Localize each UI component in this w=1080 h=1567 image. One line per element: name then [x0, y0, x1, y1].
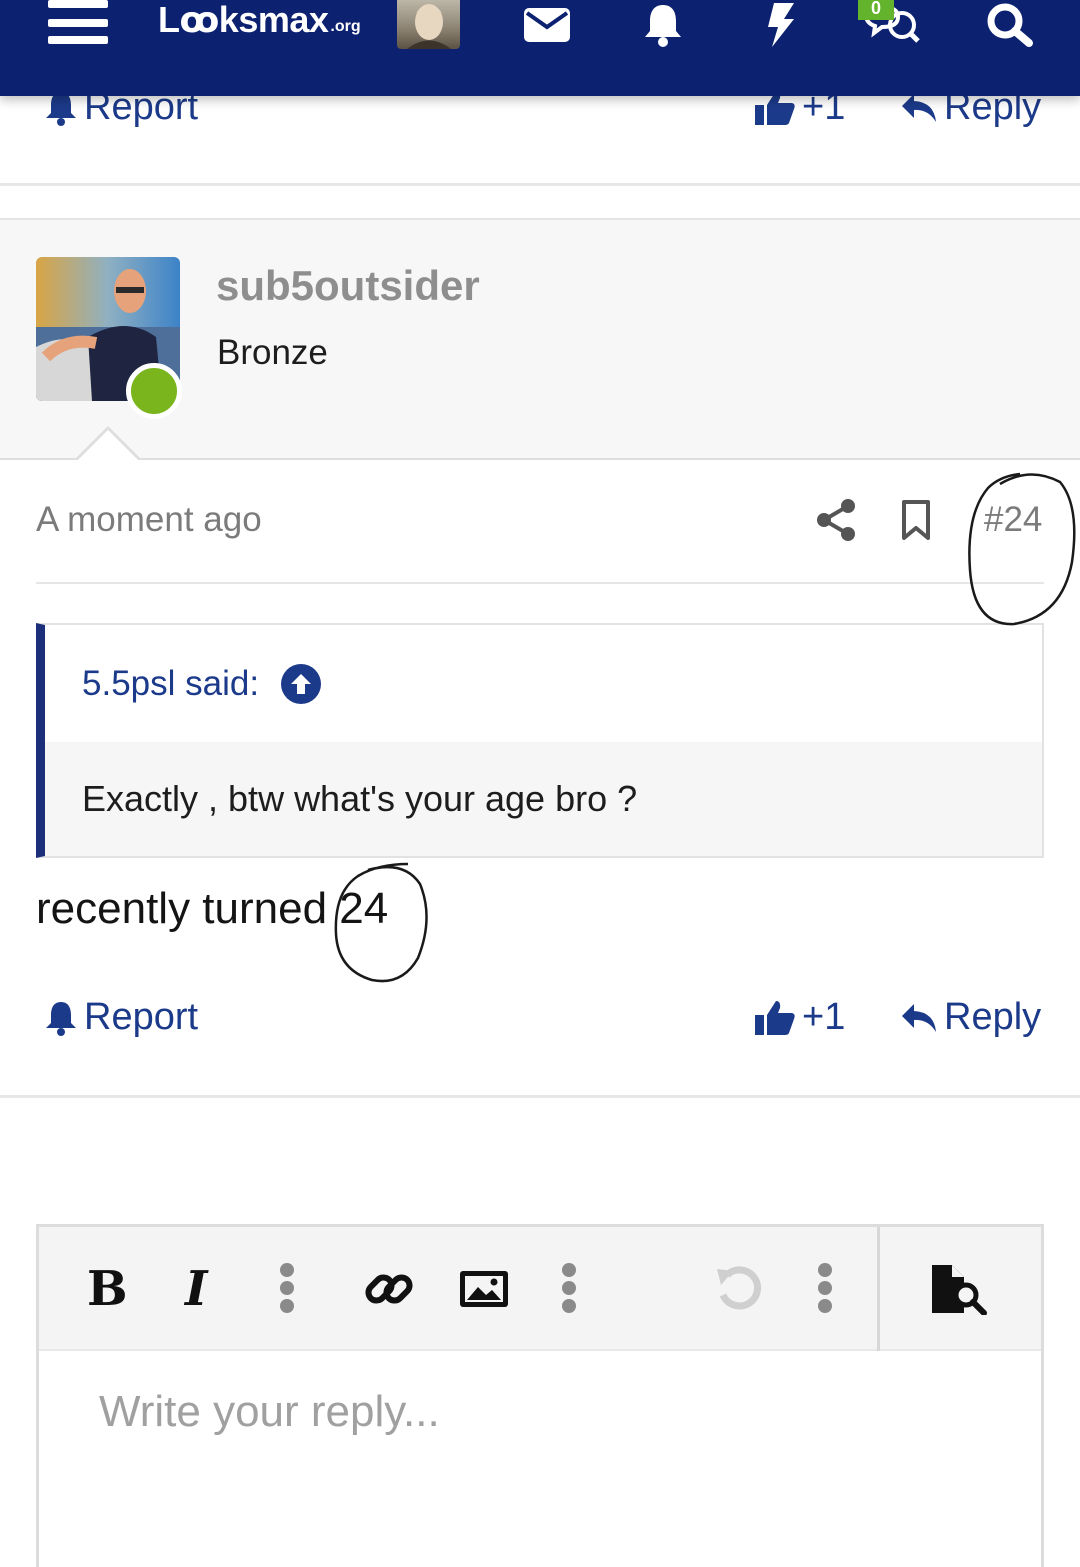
quote-block: 5.5psl said: Exactly , btw what's your a…	[36, 623, 1044, 858]
post-timestamp[interactable]: A moment ago	[36, 500, 262, 540]
reply-arrow-icon	[902, 93, 936, 122]
report-label: Report	[84, 996, 199, 1038]
like-count: +1	[802, 996, 846, 1038]
online-status-indicator	[126, 363, 182, 419]
bookmark-icon[interactable]	[898, 498, 934, 542]
reply-button[interactable]: Reply	[900, 996, 1041, 1039]
bell-icon[interactable]	[640, 0, 686, 50]
handdrawn-circle-annotation	[968, 472, 1076, 626]
conversations-count-badge: 0	[858, 0, 894, 20]
more-text-options-icon[interactable]	[277, 1263, 297, 1313]
preview-icon[interactable]	[927, 1263, 991, 1315]
logo-tld: .org	[330, 18, 361, 35]
header-pointer-fill	[77, 430, 139, 461]
search-icon[interactable]	[984, 0, 1034, 50]
reply-editor: B I	[36, 1224, 1044, 1567]
reply-input[interactable]	[99, 1387, 979, 1437]
thumbs-up-icon	[755, 1000, 795, 1035]
image-icon[interactable]	[457, 1263, 511, 1315]
bell-icon	[46, 1001, 76, 1036]
report-button[interactable]: Report	[44, 996, 198, 1039]
message-text: recently turned	[36, 884, 340, 933]
more-options-icon[interactable]	[815, 1263, 835, 1313]
like-button[interactable]: +1	[754, 996, 845, 1039]
jump-to-quote-icon[interactable]	[281, 663, 322, 704]
post-author[interactable]: sub5outsider	[216, 262, 480, 310]
bold-button[interactable]: B	[87, 1261, 128, 1317]
message-highlight: 24	[339, 884, 389, 933]
reply-label: Reply	[944, 996, 1042, 1038]
post-divider	[0, 1095, 1080, 1098]
logo-text: Lꝏksmax	[158, 0, 329, 40]
link-icon[interactable]	[361, 1263, 417, 1315]
site-logo[interactable]: Lꝏksmax .org	[158, 0, 361, 40]
user-title: Bronze	[217, 333, 328, 372]
menu-icon[interactable]	[48, 0, 110, 46]
bolt-icon[interactable]	[762, 0, 798, 50]
editor-toolbar: B I	[39, 1227, 1041, 1351]
more-insert-options-icon[interactable]	[559, 1263, 579, 1313]
quote-text: Exactly , btw what's your age bro ?	[45, 742, 1042, 856]
post-message: recently turned 24	[36, 884, 388, 934]
share-icon[interactable]	[814, 498, 858, 542]
avatar[interactable]	[397, 0, 460, 49]
quote-header: 5.5psl said:	[45, 625, 1042, 742]
meta-divider	[36, 582, 1044, 584]
undo-icon[interactable]	[711, 1263, 767, 1315]
quote-author[interactable]: 5.5psl said:	[82, 664, 259, 704]
top-navigation-bar: Lꝏksmax .org 0	[0, 0, 1080, 96]
post-number-link[interactable]: #24	[984, 500, 1042, 540]
post-divider	[0, 183, 1080, 186]
envelope-icon[interactable]	[522, 0, 572, 50]
toolbar-separator	[877, 1227, 880, 1351]
post-user-header	[0, 218, 1080, 460]
reply-arrow-icon	[902, 1003, 936, 1032]
italic-button[interactable]: I	[185, 1261, 207, 1317]
